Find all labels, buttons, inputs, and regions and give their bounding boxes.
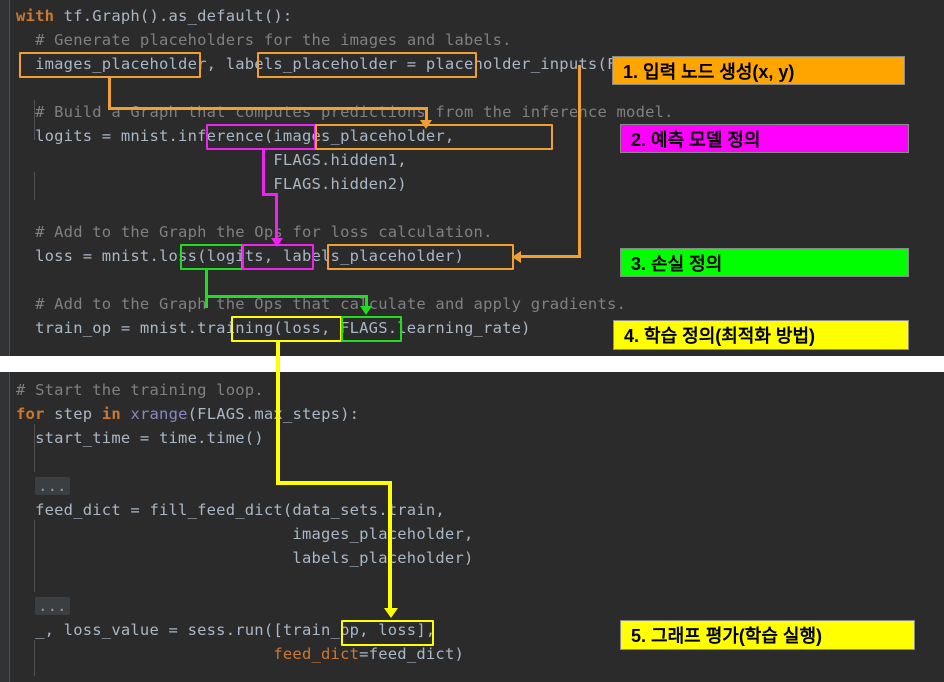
- gutter-divider-bottom: [9, 372, 10, 682]
- connector-magenta-v1: [262, 150, 265, 196]
- editor-gutter-top: [0, 0, 9, 356]
- gutter-divider-top: [9, 0, 10, 356]
- connector-orange-b-h1: [519, 255, 581, 258]
- connector-magenta-v2: [275, 193, 278, 241]
- connector-orange-a-v1: [108, 78, 111, 110]
- connector-green-v1: [205, 270, 208, 308]
- connector-orange-b-v1: [578, 65, 581, 257]
- callout-4-label: 4. 학습 정의(최적화 방법): [624, 326, 816, 346]
- callout-5: 5. 그래프 평가(학습 실행): [620, 620, 915, 650]
- callout-3: 3. 손실 정의: [620, 248, 909, 277]
- connector-yellow-v1: [276, 342, 280, 485]
- arrowhead-green: [360, 306, 372, 315]
- code-panel-bottom: # Start the training loop. for step in x…: [0, 372, 944, 682]
- connector-orange-a-h1: [108, 107, 428, 110]
- callout-5-label: 5. 그래프 평가(학습 실행): [631, 626, 823, 646]
- callout-1-label: 1. 입력 노드 생성(x, y): [623, 61, 795, 82]
- callout-2: 2. 예측 모델 정의: [620, 124, 909, 153]
- editor-gutter-bottom: [0, 372, 9, 682]
- callout-1: 1. 입력 노드 생성(x, y): [612, 56, 905, 85]
- connector-green-h1: [205, 295, 368, 298]
- source-code-bottom: # Start the training loop. for step in x…: [16, 381, 474, 663]
- callout-3-label: 3. 손실 정의: [631, 253, 723, 274]
- callout-2-label: 2. 예측 모델 정의: [631, 129, 761, 150]
- code-panel-top: with tf.Graph().as_default(): # Generate…: [0, 0, 944, 356]
- arrowhead-magenta: [271, 238, 283, 247]
- source-code-top: with tf.Graph().as_default(): # Generate…: [16, 7, 770, 337]
- callout-4: 4. 학습 정의(최적화 방법): [613, 320, 909, 350]
- connector-yellow-v2: [388, 481, 392, 612]
- connector-yellow-h1: [276, 481, 392, 485]
- arrowhead-orange-a: [420, 120, 432, 129]
- diagram-root: with tf.Graph().as_default(): # Generate…: [0, 0, 944, 682]
- arrowhead-orange-b: [512, 251, 521, 263]
